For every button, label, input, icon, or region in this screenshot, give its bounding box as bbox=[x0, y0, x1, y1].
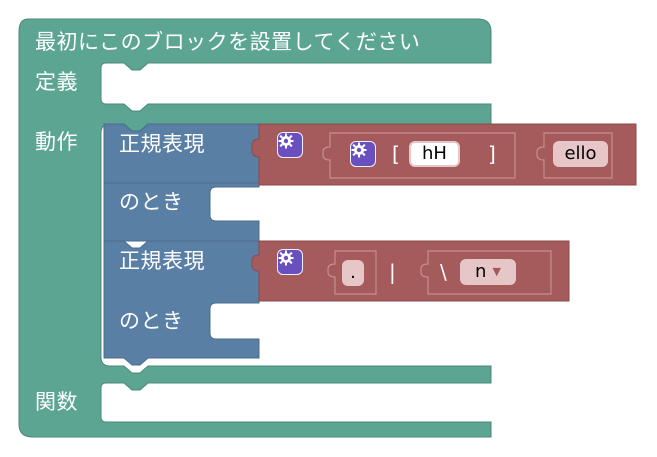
block-shapes bbox=[18, 18, 637, 438]
pipe-symbol: | bbox=[389, 260, 396, 284]
string-field-ello[interactable]: ello bbox=[553, 141, 608, 167]
action-label: 動作 bbox=[35, 130, 78, 154]
open-bracket: [ bbox=[392, 142, 400, 166]
dropdown-value: n bbox=[475, 261, 487, 282]
function-label: 関数 bbox=[35, 390, 78, 414]
when-label-1: のとき bbox=[119, 190, 184, 214]
gear-icon-glyph bbox=[278, 250, 294, 266]
backslash-symbol: \ bbox=[440, 260, 447, 284]
string-field-dot[interactable]: . bbox=[342, 260, 364, 286]
gear-icon[interactable] bbox=[277, 249, 303, 275]
main-block-title: 最初にこのブロックを設置してください bbox=[35, 30, 421, 54]
gear-icon-glyph bbox=[351, 142, 367, 158]
workspace[interactable]: 最初にこのブロックを設置してください 定義 動作 関数 正規表現 のとき 正規表… bbox=[0, 0, 657, 457]
text-field-hh[interactable]: hH bbox=[409, 141, 460, 167]
dropdown-n[interactable]: n ▼ bbox=[460, 259, 516, 285]
gear-icon[interactable] bbox=[350, 141, 376, 167]
definition-label: 定義 bbox=[35, 70, 78, 94]
gear-icon[interactable] bbox=[277, 132, 303, 158]
when-label-2: のとき bbox=[119, 309, 184, 333]
close-bracket: ] bbox=[488, 142, 496, 166]
regex-label-1: 正規表現 bbox=[119, 132, 205, 156]
regex-label-2: 正規表現 bbox=[119, 249, 205, 273]
gear-icon-glyph bbox=[278, 133, 294, 149]
triangle-down-icon: ▼ bbox=[492, 265, 501, 278]
